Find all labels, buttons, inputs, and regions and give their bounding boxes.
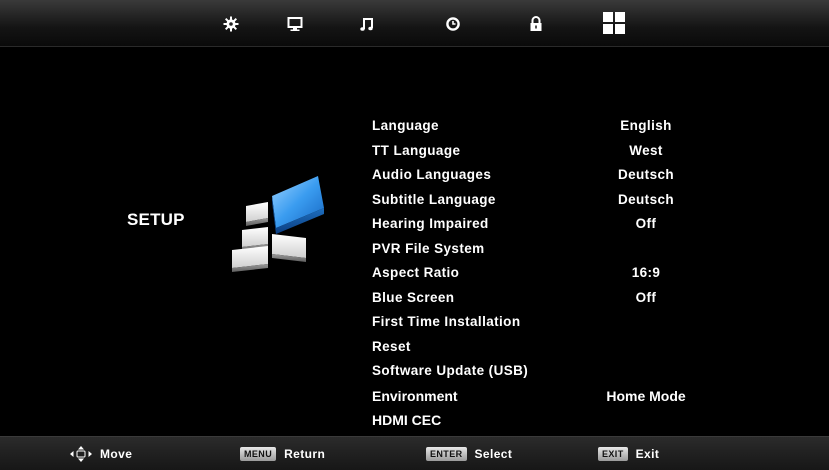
- menu-item-software-update[interactable]: Software Update (USB): [372, 359, 702, 384]
- menu-item-environment[interactable]: Environment Home Mode: [372, 384, 702, 409]
- menu-item-label: Blue Screen: [372, 289, 455, 305]
- menu-key: MENU: [240, 447, 277, 461]
- menu-item-language[interactable]: Language English: [372, 114, 702, 139]
- menu-item-hdmi-cec[interactable]: HDMI CEC: [372, 408, 702, 433]
- tab-sound[interactable]: [356, 13, 378, 35]
- menu-item-value: English: [620, 118, 672, 133]
- monitor-icon: [287, 17, 303, 31]
- top-tab-bar: [0, 0, 829, 47]
- menu-item-value: Deutsch: [617, 191, 675, 207]
- menu-item-label: Subtitle Language: [372, 191, 496, 207]
- hint-select: ENTER Select: [426, 437, 512, 470]
- music-note-icon: [360, 18, 373, 31]
- menu-item-label: Aspect Ratio: [372, 265, 460, 280]
- menu-item-label: First Time Installation: [372, 314, 521, 329]
- tab-picture[interactable]: [220, 13, 242, 35]
- exit-key: EXIT: [598, 447, 628, 461]
- menu-item-audio-languages[interactable]: Audio Languages Deutsch: [372, 163, 702, 188]
- page-title: SETUP: [127, 210, 185, 229]
- hint-move: Move: [70, 437, 132, 470]
- menu-item-label: TT Language: [372, 142, 461, 158]
- tab-setup[interactable]: [601, 10, 627, 36]
- menu-item-label: HDMI CEC: [372, 412, 442, 428]
- menu-item-aspect-ratio[interactable]: Aspect Ratio 16:9: [372, 261, 702, 286]
- menu-item-hearing-impaired[interactable]: Hearing Impaired Off: [372, 212, 702, 237]
- tab-lock[interactable]: [525, 13, 547, 35]
- menu-item-label: Audio Languages: [372, 167, 492, 182]
- menu-item-label: Environment: [372, 387, 458, 404]
- menu-item-tt-language[interactable]: TT Language West: [372, 139, 702, 164]
- hint-move-label: Move: [100, 447, 133, 461]
- menu-item-value: West: [629, 142, 663, 158]
- menu-item-blue-screen[interactable]: Blue Screen Off: [372, 286, 702, 311]
- grid-icon: [603, 12, 625, 34]
- tab-time[interactable]: [442, 13, 464, 35]
- menu-item-first-time-installation[interactable]: First Time Installation: [372, 310, 702, 335]
- menu-item-label: Software Update (USB): [372, 363, 529, 378]
- menu-item-value: Off: [635, 216, 657, 231]
- hint-exit: EXIT Exit: [598, 437, 659, 470]
- menu-item-label: PVR File System: [372, 240, 485, 256]
- menu-item-label: Hearing Impaired: [372, 216, 489, 231]
- hint-return: MENU Return: [240, 437, 325, 470]
- hint-return-label: Return: [284, 447, 326, 461]
- enter-key: ENTER: [426, 447, 467, 461]
- hint-select-label: Select: [474, 447, 513, 461]
- footer-hint-bar: Move MENU Return ENTER Select EXIT Exit: [0, 436, 829, 470]
- menu-item-value: Off: [635, 289, 657, 305]
- menu-item-reset[interactable]: Reset: [372, 335, 702, 360]
- setup-menu: Language English TT Language West Audio …: [372, 114, 702, 433]
- setup-blocks-icon: [232, 176, 324, 272]
- gear-icon: [223, 16, 239, 32]
- menu-item-label: Reset: [372, 338, 411, 354]
- setup-screen: SETUP Language English TT Language West …: [0, 0, 829, 470]
- menu-item-label: Language: [372, 118, 439, 133]
- dpad-arrows-icon: [70, 446, 92, 462]
- clock-icon: [446, 17, 460, 31]
- menu-item-value: 16:9: [631, 265, 661, 280]
- menu-item-value: Deutsch: [617, 167, 675, 182]
- hint-exit-label: Exit: [635, 447, 660, 461]
- menu-item-pvr-file-system[interactable]: PVR File System: [372, 237, 702, 262]
- menu-item-value: Home Mode: [606, 387, 686, 404]
- tab-display[interactable]: [284, 13, 306, 35]
- lock-icon: [530, 16, 542, 31]
- menu-item-subtitle-language[interactable]: Subtitle Language Deutsch: [372, 188, 702, 213]
